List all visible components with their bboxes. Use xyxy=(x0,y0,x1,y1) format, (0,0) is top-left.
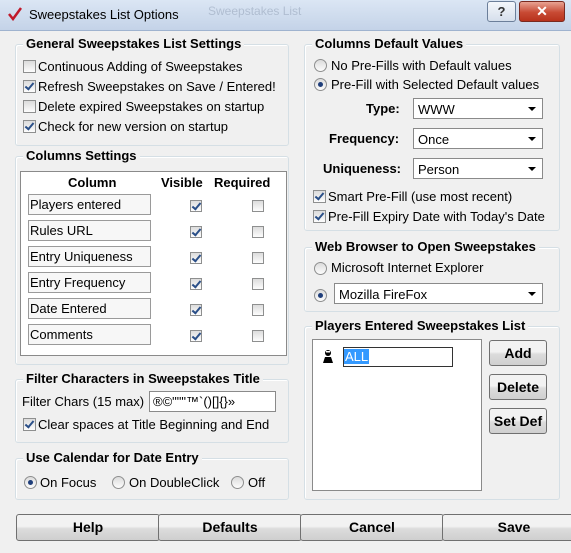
filter-chars-label: Filter Chars (15 max) xyxy=(22,394,145,409)
filter-chars-input[interactable]: ®©"""™`()[]{}» xyxy=(149,391,276,412)
off-radio[interactable] xyxy=(231,476,244,489)
list-item-label: ALL xyxy=(344,349,370,364)
ie-label: Microsoft Internet Explorer xyxy=(331,260,484,275)
chevron-down-icon xyxy=(528,107,536,111)
delete-player-button[interactable]: Delete xyxy=(489,374,547,400)
required-header: Required xyxy=(214,175,271,190)
check-version-label: Check for new version on startup xyxy=(38,119,229,134)
on-focus-radio[interactable] xyxy=(24,476,37,489)
chevron-down-icon xyxy=(528,167,536,171)
check-version-checkbox[interactable] xyxy=(23,120,36,133)
columns-default-values-title: Columns Default Values xyxy=(312,36,467,51)
clear-spaces-label: Clear spaces at Title Beginning and End xyxy=(38,417,270,432)
list-item[interactable]: ALL xyxy=(343,347,453,367)
frequency-label: Frequency: xyxy=(329,131,400,146)
visible-checkbox[interactable] xyxy=(190,226,202,238)
required-checkbox[interactable] xyxy=(252,304,264,316)
type-value: WWW xyxy=(418,102,455,117)
calendar-title: Use Calendar for Date Entry xyxy=(23,450,202,465)
add-player-button[interactable]: Add xyxy=(489,340,547,366)
cancel-button[interactable]: Cancel xyxy=(300,514,444,541)
expiry-prefill-label: Pre-Fill Expiry Date with Today's Date xyxy=(328,209,545,224)
delete-expired-label: Delete expired Sweepstakes on startup xyxy=(38,99,265,114)
defaults-button[interactable]: Defaults xyxy=(158,514,302,541)
on-focus-label: On Focus xyxy=(40,475,97,490)
uniqueness-select[interactable]: Person xyxy=(413,158,543,179)
continuous-adding-label: Continuous Adding of Sweepstakes xyxy=(38,59,243,74)
players-entered-title: Players Entered Sweepstakes List xyxy=(312,318,529,333)
type-label: Type: xyxy=(366,101,400,116)
visible-header: Visible xyxy=(161,175,203,190)
person-icon xyxy=(323,350,333,363)
web-browser-title: Web Browser to Open Sweepstakes xyxy=(312,239,539,254)
help-title-button[interactable]: ? xyxy=(487,1,516,22)
chevron-down-icon xyxy=(528,137,536,141)
column-name-cell[interactable]: Date Entered xyxy=(28,298,151,319)
prefill-label: Pre-Fill with Selected Default values xyxy=(331,77,540,92)
visible-checkbox[interactable] xyxy=(190,278,202,290)
set-default-player-button[interactable]: Set Def xyxy=(489,408,547,434)
general-settings-title: General Sweepstakes List Settings xyxy=(23,36,245,51)
refresh-on-save-label: Refresh Sweepstakes on Save / Entered! xyxy=(38,79,276,94)
expiry-prefill-checkbox[interactable] xyxy=(313,210,326,223)
required-checkbox[interactable] xyxy=(252,252,264,264)
title-bar[interactable]: Sweepstakes List Options Sweepstakes Lis… xyxy=(0,0,571,31)
column-name-cell[interactable]: Entry Uniqueness xyxy=(28,246,151,267)
column-name-cell[interactable]: Rules URL xyxy=(28,220,151,241)
smart-prefill-label: Smart Pre-Fill (use most recent) xyxy=(328,189,513,204)
uniqueness-label: Uniqueness: xyxy=(323,161,402,176)
other-browser-radio[interactable] xyxy=(314,289,327,302)
players-list[interactable]: ALL xyxy=(312,339,482,491)
required-checkbox[interactable] xyxy=(252,330,264,342)
refresh-on-save-checkbox[interactable] xyxy=(23,80,36,93)
browser-select[interactable]: Mozilla FireFox xyxy=(334,283,543,304)
smart-prefill-checkbox[interactable] xyxy=(313,190,326,203)
close-button[interactable]: ✕ xyxy=(519,1,565,22)
app-check-icon xyxy=(8,7,22,21)
columns-table: Column Visible Required Players entered … xyxy=(20,171,287,356)
help-button[interactable]: Help xyxy=(16,514,160,541)
clear-spaces-checkbox[interactable] xyxy=(23,418,36,431)
window-title: Sweepstakes List Options xyxy=(29,7,179,22)
chevron-down-icon xyxy=(528,292,536,296)
column-name-cell[interactable]: Players entered xyxy=(28,194,151,215)
browser-value: Mozilla FireFox xyxy=(339,287,428,302)
uniqueness-value: Person xyxy=(418,162,460,177)
type-select[interactable]: WWW xyxy=(413,98,543,119)
on-doubleclick-radio[interactable] xyxy=(112,476,125,489)
required-checkbox[interactable] xyxy=(252,226,264,238)
on-doubleclick-label: On DoubleClick xyxy=(129,475,220,490)
visible-checkbox[interactable] xyxy=(190,200,202,212)
column-header: Column xyxy=(68,175,117,190)
required-checkbox[interactable] xyxy=(252,200,264,212)
column-name-cell[interactable]: Comments xyxy=(28,324,151,345)
filter-characters-title: Filter Characters in Sweepstakes Title xyxy=(23,371,263,386)
continuous-adding-checkbox[interactable] xyxy=(23,60,36,73)
background-window-title: Sweepstakes List xyxy=(208,4,302,18)
frequency-value: Once xyxy=(418,132,450,147)
visible-checkbox[interactable] xyxy=(190,330,202,342)
column-name-cell[interactable]: Entry Frequency xyxy=(28,272,151,293)
no-prefill-label: No Pre-Fills with Default values xyxy=(331,58,512,73)
delete-expired-checkbox[interactable] xyxy=(23,100,36,113)
save-button[interactable]: Save xyxy=(442,514,571,541)
prefill-radio[interactable] xyxy=(314,78,327,91)
required-checkbox[interactable] xyxy=(252,278,264,290)
frequency-select[interactable]: Once xyxy=(413,128,543,149)
visible-checkbox[interactable] xyxy=(190,304,202,316)
visible-checkbox[interactable] xyxy=(190,252,202,264)
off-label: Off xyxy=(248,475,266,490)
no-prefill-radio[interactable] xyxy=(314,59,327,72)
ie-radio[interactable] xyxy=(314,262,327,275)
columns-settings-title: Columns Settings xyxy=(23,148,140,163)
